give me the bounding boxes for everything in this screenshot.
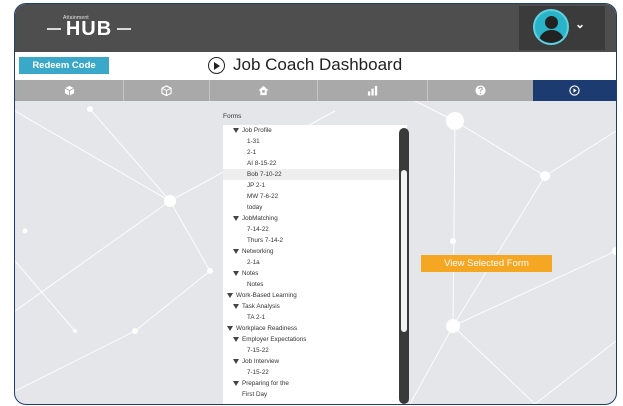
tree-item-label: 7-15-22: [247, 347, 269, 354]
expand-triangle-icon[interactable]: [233, 358, 239, 364]
tree-item-label: Workplace Readiness: [236, 325, 298, 332]
form-item[interactable]: 7-15-22: [223, 345, 269, 356]
form-folder[interactable]: Job Interview: [223, 356, 279, 367]
tree-item-label: Preparing for the: [242, 380, 289, 387]
avatar-head-shape: [545, 16, 558, 29]
tree-item-label: First Day: [242, 391, 268, 398]
tree-item-label: 2-1a: [247, 259, 260, 266]
expand-triangle-icon[interactable]: [233, 215, 239, 221]
tree-item-label: Employer Expectations: [242, 336, 307, 343]
main-nav: [15, 80, 616, 101]
expand-triangle-icon[interactable]: [233, 303, 239, 309]
form-item[interactable]: 2-1: [223, 147, 256, 158]
tree-item-label: Notes: [242, 270, 259, 277]
form-item[interactable]: 7-14-22: [223, 224, 269, 235]
redeem-code-button[interactable]: Redeem Code: [19, 57, 109, 74]
tree-item-label: Notes: [247, 281, 264, 288]
tree-item-label: MW 7-6-22: [247, 193, 279, 200]
play-icon: [208, 57, 225, 74]
expand-triangle-icon[interactable]: [233, 127, 239, 133]
app-frame: Attainment HUB ⌄ Redeem Code Job Coach D…: [14, 3, 617, 405]
expand-triangle-icon[interactable]: [227, 325, 233, 331]
tree-scrollbar-thumb[interactable]: [401, 170, 407, 332]
form-item[interactable]: Thurs 7-14-2: [223, 235, 283, 246]
tree-item-label: TA 2-1: [247, 314, 266, 321]
expand-triangle-icon[interactable]: [233, 270, 239, 276]
cube-icon: [160, 84, 172, 96]
tree-item-label: AI 8-15-22: [247, 160, 277, 167]
home-icon: [257, 85, 269, 95]
tree-item-label: JobMatching: [242, 215, 278, 222]
form-item[interactable]: 7-15-22: [223, 367, 269, 378]
form-folder[interactable]: Job Profile: [223, 125, 272, 136]
form-item[interactable]: 2-1a: [223, 257, 260, 268]
tree-item-label: 2-1: [247, 149, 257, 156]
tab-box[interactable]: [15, 80, 124, 101]
forms-tree[interactable]: Job Profile 1-31 2-1 AI 8-15-22 Bob 7-10-22 J…: [223, 125, 407, 404]
dashboard-content: Forms Job Profile 1-31 2-1 AI 8-15-22 Bob 7-…: [15, 101, 616, 404]
page-title: Job Coach Dashboard: [233, 55, 403, 74]
tree-item-label: 7-15-22: [247, 369, 269, 376]
avatar-body-shape: [539, 30, 564, 43]
form-folder[interactable]: Employer Expectations: [223, 334, 306, 345]
tree-item-label: 1-31: [247, 138, 260, 145]
box-icon: [64, 85, 74, 96]
tree-item-label: Task Analysis: [242, 303, 280, 310]
tree-item-label: Networking: [242, 248, 274, 255]
form-folder[interactable]: Preparing for the: [223, 378, 289, 389]
form-item[interactable]: JP 2-1: [223, 180, 265, 191]
expand-triangle-icon[interactable]: [233, 336, 239, 342]
form-item[interactable]: 1-31: [223, 136, 260, 147]
form-item[interactable]: Bob 7-10-22: [223, 169, 407, 180]
avatar[interactable]: [533, 9, 569, 45]
tab-help[interactable]: [427, 80, 534, 101]
form-folder[interactable]: Workplace Readiness: [223, 323, 297, 334]
tree-scrollbar[interactable]: [399, 128, 409, 404]
tab-home[interactable]: [209, 80, 318, 101]
form-item[interactable]: AI 8-15-22: [223, 158, 276, 169]
form-folder[interactable]: Task Analysis: [223, 301, 280, 312]
expand-triangle-icon[interactable]: [227, 292, 233, 298]
tree-item-label: Bob 7-10-22: [247, 171, 282, 178]
question-icon: [474, 85, 486, 96]
form-folder[interactable]: First Day: [223, 389, 267, 400]
form-item[interactable]: Notes: [223, 279, 263, 290]
logo-decor-right: [117, 28, 131, 30]
bar-chart-icon: [367, 85, 377, 96]
expand-triangle-icon[interactable]: [233, 380, 239, 386]
play-circle-icon: [569, 84, 580, 96]
form-item[interactable]: today: [223, 202, 262, 213]
tree-item-label: Job Interview: [242, 358, 280, 365]
tree-item-label: Thurs 7-14-2: [247, 237, 284, 244]
forms-heading: Forms: [223, 113, 242, 120]
form-folder[interactable]: Networking: [223, 246, 274, 257]
attainment-hub-logo[interactable]: Attainment HUB: [47, 15, 131, 41]
tree-item-label: Work-Based Learning: [236, 292, 297, 299]
tree-item-label: JP 2-1: [247, 182, 266, 189]
account-menu[interactable]: ⌄: [519, 6, 605, 50]
tab-cube[interactable]: [123, 80, 210, 101]
tree-item-label: today: [247, 204, 263, 211]
view-selected-form-button[interactable]: View Selected Form: [421, 255, 552, 272]
tab-job-coach[interactable]: [533, 80, 616, 101]
top-bar: Attainment HUB ⌄: [15, 4, 616, 52]
tab-reports[interactable]: [317, 80, 428, 101]
form-folder[interactable]: Notes: [223, 268, 258, 279]
tree-item-label: Job Profile: [242, 127, 272, 134]
form-item[interactable]: TA 2-1: [223, 312, 265, 323]
form-folder[interactable]: JobMatching: [223, 213, 278, 224]
form-folder[interactable]: Work-Based Learning: [223, 290, 297, 301]
chevron-down-icon[interactable]: ⌄: [575, 17, 585, 31]
form-item[interactable]: MW 7-6-22: [223, 191, 278, 202]
expand-triangle-icon[interactable]: [233, 248, 239, 254]
tree-item-label: 7-14-22: [247, 226, 269, 233]
